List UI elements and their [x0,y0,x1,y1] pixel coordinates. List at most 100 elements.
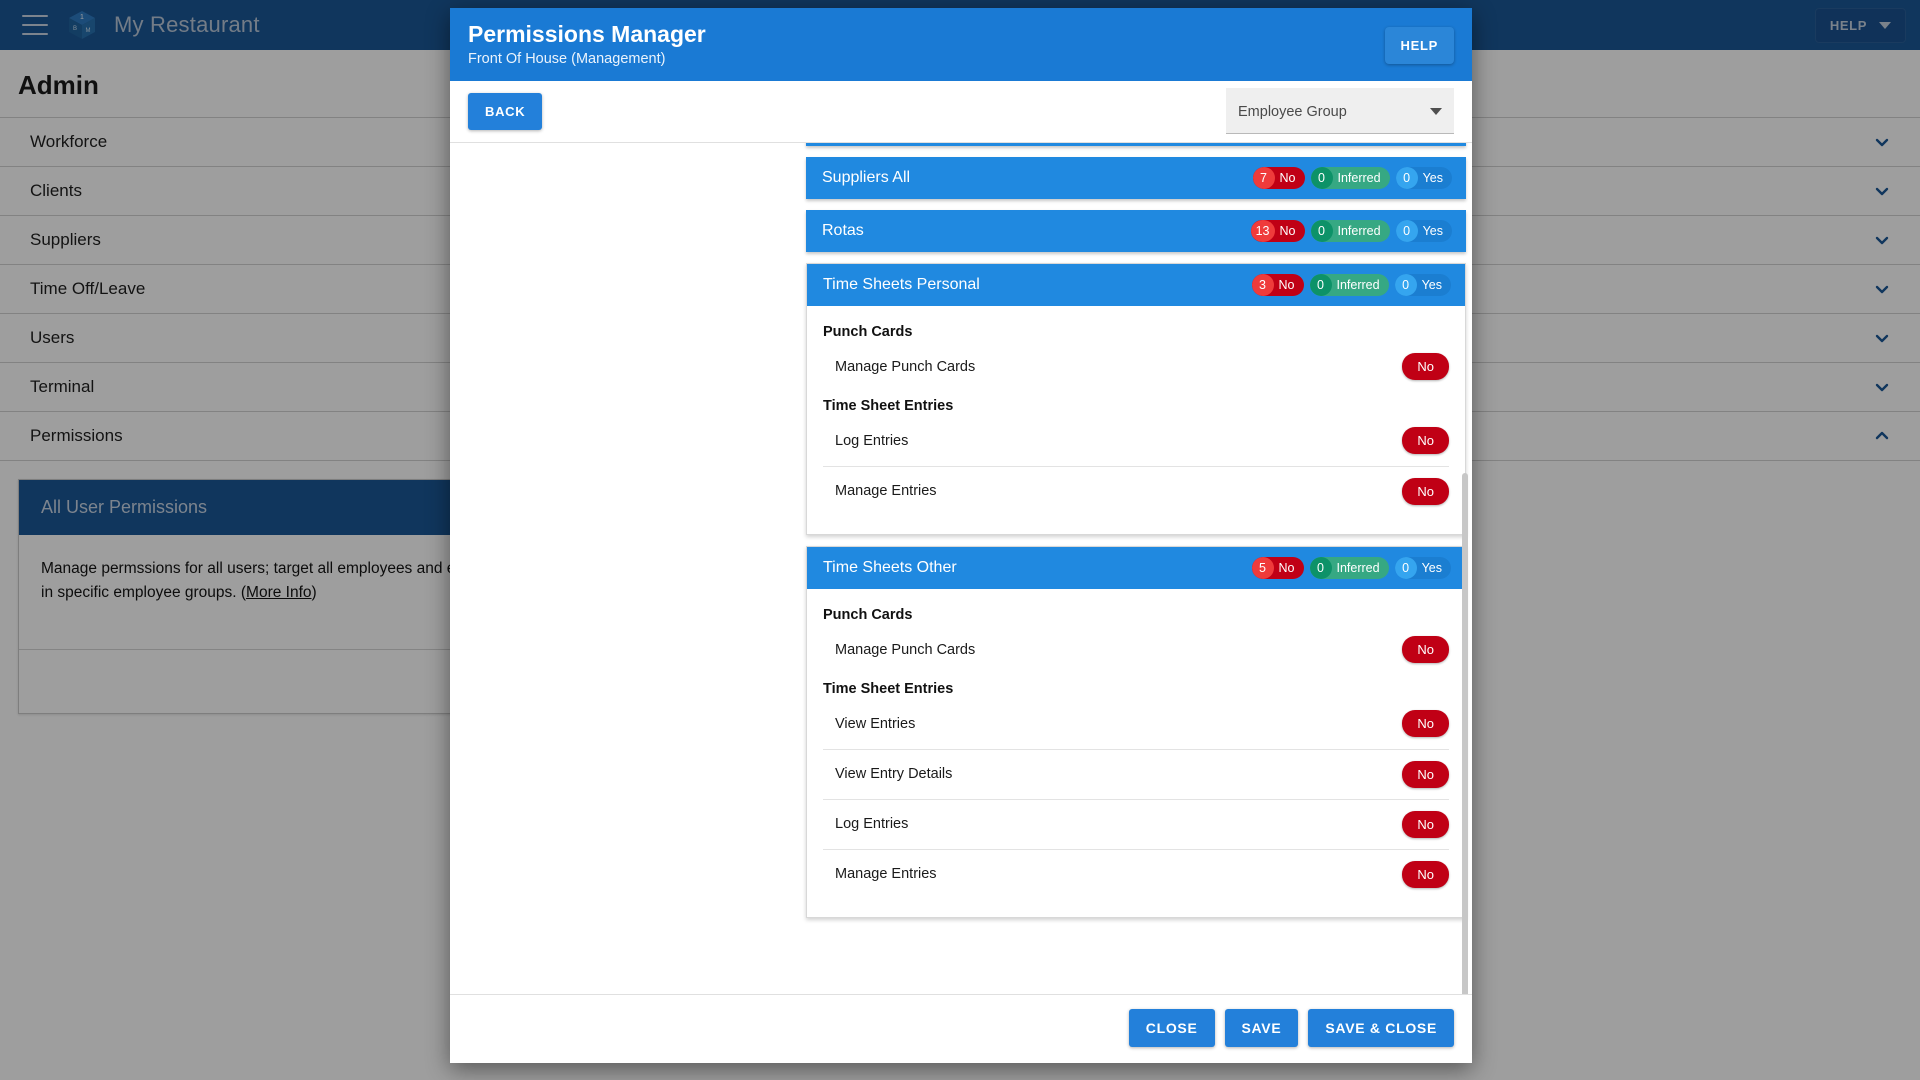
badge-no-count: 5 [1251,556,1274,579]
permission-name: Log Entries [835,816,909,833]
permission-value-toggle[interactable]: No [1402,353,1449,381]
permission-value-toggle[interactable]: No [1402,860,1449,888]
badge-yes-count: 0 [1394,273,1417,296]
badge-inferred-count: 0 [1310,219,1333,242]
badge-yes-count: 0 [1395,166,1418,189]
permission-value-toggle[interactable]: No [1402,477,1449,505]
permission-group: Rotas 13 No 0 Inferred 0 Yes [806,209,1466,252]
badge-inferred[interactable]: 0 Inferred [1309,273,1389,296]
badge-no-label: No [1278,277,1295,292]
permission-section-label: Time Sheet Entries [823,397,954,414]
permission-group-body: Punch Cards Manage Punch Cards No Time Shee… [807,306,1465,534]
close-button[interactable]: CLOSE [1128,1009,1215,1047]
permission-group-header[interactable]: Suppliers2No0Inferred0Yes [806,142,1466,146]
badge-yes[interactable]: 0 Yes [1395,166,1452,189]
badge-inferred-label: Inferred [1337,223,1381,238]
badge-yes-label: Yes [1421,560,1442,575]
permission-name: Manage Punch Cards [835,641,976,658]
permission-row: Log Entries No [823,798,1449,849]
permission-group-badges: 5 No 0 Inferred 0 Yes [1251,556,1451,579]
permission-row: Manage Punch Cards No [823,625,1449,675]
badge-inferred[interactable]: 0 Inferred [1310,219,1390,242]
badge-yes-count: 0 [1394,556,1417,579]
permission-groups-container: Clients Personal7No0Inferred0YesSupplier… [450,142,1472,918]
badge-yes-count: 0 [1395,219,1418,242]
badge-no[interactable]: 3 No [1251,273,1304,296]
dialog-header: Permissions Manager Front Of House (Mana… [450,8,1472,81]
permission-value-toggle[interactable]: No [1402,760,1449,788]
permission-value-toggle[interactable]: No [1402,710,1449,738]
permission-name: Manage Entries [835,866,937,883]
badge-no-label: No [1279,223,1296,238]
save-button[interactable]: SAVE [1224,1009,1299,1047]
permission-group: Time Sheets Other 5 No 0 Inferred 0 Yes Punch C… [806,545,1466,918]
permission-section-label: Punch Cards [823,606,913,623]
permission-row: View Entry Details No [823,748,1449,799]
badge-no-label: No [1279,170,1296,185]
permission-name: Manage Punch Cards [835,358,976,375]
save-and-close-button[interactable]: SAVE & CLOSE [1308,1009,1454,1047]
badge-inferred[interactable]: 0 Inferred [1310,166,1390,189]
permission-group-header[interactable]: Suppliers All 7 No 0 Inferred 0 Yes [806,156,1466,199]
permission-group-header[interactable]: Rotas 13 No 0 Inferred 0 Yes [806,209,1466,252]
dialog-footer: CLOSE SAVE SAVE & CLOSE [450,994,1472,1063]
scrollbar-thumb[interactable] [1462,472,1468,994]
permission-name: View Entry Details [835,766,953,783]
dialog-toolbar: BACK Employee Group [450,80,1472,143]
chevron-down-icon [1430,108,1442,116]
permission-row: View Entries No [823,699,1449,749]
badge-inferred[interactable]: 0 Inferred [1309,556,1389,579]
permission-group: Suppliers2No0Inferred0Yes [806,142,1466,146]
badge-no-count: 7 [1252,166,1275,189]
dialog-help-button[interactable]: HELP [1384,27,1454,64]
permission-group-name: Time Sheets Other [823,558,957,576]
badge-no-count: 13 [1250,219,1275,242]
badge-no[interactable]: 13 No [1250,219,1305,242]
permission-section-label: Punch Cards [823,323,913,340]
permission-group-badges: 3 No 0 Inferred 0 Yes [1251,273,1451,296]
badge-no-count: 3 [1251,273,1274,296]
badge-yes[interactable]: 0 Yes [1394,273,1451,296]
dialog-subtitle: Front Of House (Management) [468,50,666,67]
badge-no-label: No [1278,560,1295,575]
badge-no[interactable]: 7 No [1252,166,1305,189]
badge-yes[interactable]: 0 Yes [1394,556,1451,579]
permission-group: Time Sheets Personal 3 No 0 Inferred 0 Yes Punc… [806,262,1466,535]
permission-group-name: Rotas [822,221,864,239]
badge-inferred-count: 0 [1309,273,1332,296]
permission-group-header[interactable]: Time Sheets Personal 3 No 0 Inferred 0 Yes [807,263,1465,306]
permission-name: Log Entries [835,432,909,449]
employee-group-select[interactable]: Employee Group [1226,88,1454,135]
permission-group-body: Punch Cards Manage Punch Cards No Time Shee… [807,589,1465,917]
badge-yes-label: Yes [1422,170,1443,185]
permission-group-header[interactable]: Time Sheets Other 5 No 0 Inferred 0 Yes [807,546,1465,589]
permission-row: Manage Entries No [823,848,1449,899]
permission-group-name: Time Sheets Personal [823,275,980,293]
badge-no[interactable]: 5 No [1251,556,1304,579]
dialog-title: Permissions Manager [468,21,706,47]
badge-yes[interactable]: 0 Yes [1395,219,1452,242]
permission-group-name: Suppliers All [822,168,911,186]
permission-value-toggle[interactable]: No [1402,810,1449,838]
badge-inferred-count: 0 [1310,166,1333,189]
permission-value-toggle[interactable]: No [1402,636,1449,664]
permission-name: Manage Entries [835,483,937,500]
dialog-scroll-area[interactable]: Clients Personal7No0Inferred0YesSupplier… [450,142,1472,994]
permission-value-toggle[interactable]: No [1402,427,1449,455]
permission-groups-column: Clients Personal7No0Inferred0YesSupplier… [806,142,1466,918]
badge-yes-label: Yes [1422,223,1443,238]
back-button[interactable]: BACK [468,92,543,130]
badge-yes-label: Yes [1421,277,1442,292]
badge-inferred-label: Inferred [1336,560,1380,575]
dialog-scrollbar[interactable] [1461,143,1469,994]
badge-inferred-count: 0 [1309,556,1332,579]
dialog-header-titles: Permissions Manager Front Of House (Mana… [468,20,1385,67]
employee-group-select-label: Employee Group [1238,103,1347,120]
permissions-manager-dialog: Permissions Manager Front Of House (Mana… [450,8,1472,1063]
permission-row: Manage Punch Cards No [823,342,1449,392]
permission-section-label: Time Sheet Entries [823,680,954,697]
permission-name: View Entries [835,715,916,732]
permission-row: Log Entries No [823,416,1449,466]
permission-row: Manage Entries No [823,465,1449,516]
permission-group: Suppliers All 7 No 0 Inferred 0 Yes [806,156,1466,199]
